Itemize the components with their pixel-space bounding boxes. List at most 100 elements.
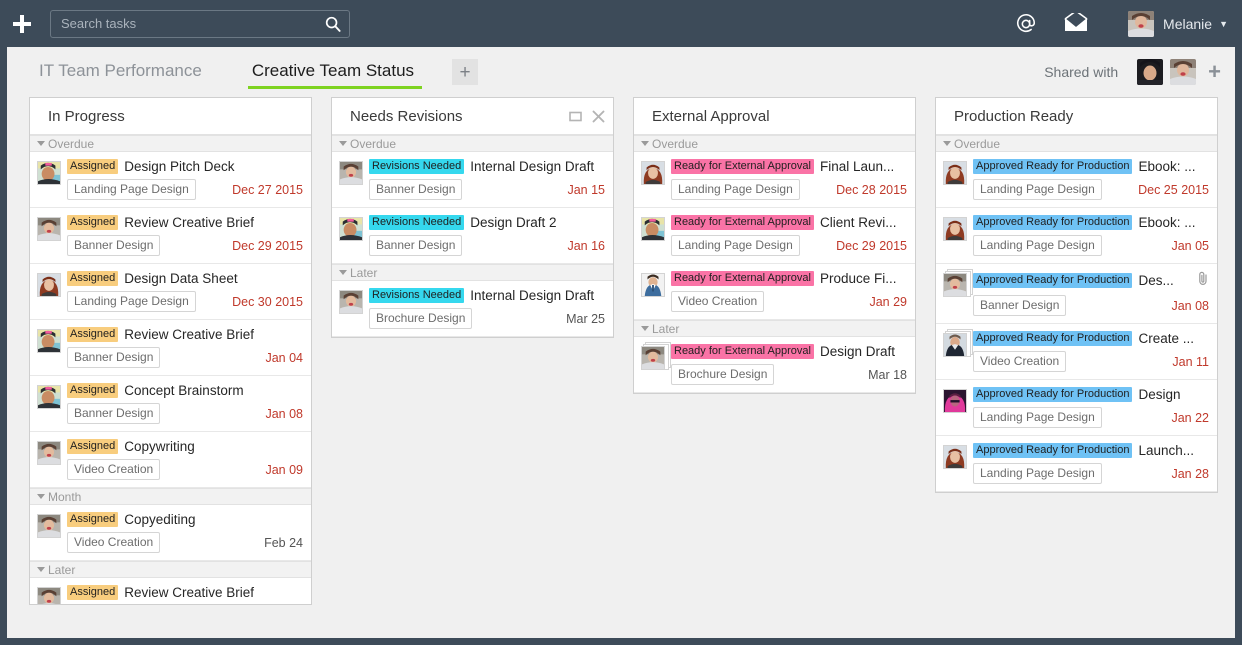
project-tag[interactable]: Brochure Design	[369, 308, 472, 329]
search-icon[interactable]	[325, 16, 341, 32]
shared-avatar-1[interactable]	[1137, 59, 1163, 85]
group-header-later[interactable]: Later	[634, 320, 915, 337]
user-menu[interactable]: Melanie ▼	[1128, 11, 1228, 37]
status-badge[interactable]: Assigned	[67, 271, 118, 286]
avatar[interactable]	[641, 273, 665, 297]
task-card[interactable]: AssignedReview Creative BriefBrochure De…	[30, 578, 311, 604]
status-badge[interactable]: Assigned	[67, 159, 118, 174]
task-card[interactable]: Approved Ready for ProductionDesignLandi…	[936, 380, 1217, 436]
status-badge[interactable]: Approved Ready for Production	[973, 331, 1132, 346]
avatar[interactable]	[943, 445, 967, 469]
avatar[interactable]	[37, 385, 61, 409]
search-box[interactable]	[50, 10, 350, 38]
status-badge[interactable]: Assigned	[67, 215, 118, 230]
status-badge[interactable]: Assigned	[67, 439, 118, 454]
avatar[interactable]	[641, 346, 665, 370]
status-badge[interactable]: Ready for External Approval	[671, 215, 814, 230]
group-header-month[interactable]: Month	[30, 488, 311, 505]
status-badge[interactable]: Assigned	[67, 383, 118, 398]
avatar[interactable]	[37, 587, 61, 604]
status-badge[interactable]: Approved Ready for Production	[973, 159, 1132, 174]
avatar[interactable]	[943, 161, 967, 185]
project-tag[interactable]: Landing Page Design	[973, 463, 1102, 484]
task-card[interactable]: Ready for External ApprovalFinal Laun...…	[634, 152, 915, 208]
status-badge[interactable]: Approved Ready for Production	[973, 443, 1132, 458]
task-card[interactable]: AssignedCopywritingVideo CreationJan 09	[30, 432, 311, 488]
project-tag[interactable]: Banner Design	[67, 403, 160, 424]
avatar[interactable]	[339, 217, 363, 241]
project-tag[interactable]: Banner Design	[67, 235, 160, 256]
status-badge[interactable]: Revisions Needed	[369, 159, 464, 174]
group-header-overdue[interactable]: Overdue	[634, 135, 915, 152]
project-tag[interactable]: Video Creation	[671, 291, 764, 312]
task-card[interactable]: Revisions NeededInternal Design DraftBan…	[332, 152, 613, 208]
status-badge[interactable]: Approved Ready for Production	[973, 215, 1132, 230]
shared-avatar-2[interactable]	[1170, 59, 1196, 85]
project-tag[interactable]: Landing Page Design	[973, 407, 1102, 428]
project-tag[interactable]: Brochure Design	[671, 364, 774, 385]
task-card[interactable]: AssignedCopyeditingVideo CreationFeb 24	[30, 505, 311, 561]
avatar[interactable]	[37, 514, 61, 538]
status-badge[interactable]: Assigned	[67, 512, 118, 527]
avatar[interactable]	[339, 161, 363, 185]
status-badge[interactable]: Ready for External Approval	[671, 159, 814, 174]
project-tag[interactable]: Landing Page Design	[67, 179, 196, 200]
project-tag[interactable]: Landing Page Design	[973, 235, 1102, 256]
status-badge[interactable]: Revisions Needed	[369, 215, 464, 230]
task-card[interactable]: AssignedDesign Pitch DeckLanding Page De…	[30, 152, 311, 208]
inbox-icon[interactable]	[1062, 10, 1090, 38]
task-card[interactable]: Approved Ready for ProductionLaunch...La…	[936, 436, 1217, 492]
search-input[interactable]	[61, 16, 325, 31]
project-tag[interactable]: Banner Design	[369, 235, 462, 256]
status-badge[interactable]: Assigned	[67, 585, 118, 600]
status-badge[interactable]: Ready for External Approval	[671, 344, 814, 359]
task-card[interactable]: Revisions NeededInternal Design DraftBro…	[332, 281, 613, 337]
task-card[interactable]: AssignedConcept BrainstormBanner DesignJ…	[30, 376, 311, 432]
maximize-icon[interactable]	[569, 110, 582, 123]
avatar[interactable]	[37, 217, 61, 241]
avatar[interactable]	[37, 441, 61, 465]
project-tag[interactable]: Video Creation	[67, 532, 160, 553]
chevron-down-icon[interactable]: ▼	[1219, 19, 1228, 29]
add-tab-button[interactable]: +	[452, 59, 478, 85]
status-badge[interactable]: Approved Ready for Production	[973, 273, 1132, 288]
task-card[interactable]: Approved Ready for ProductionDes...Banne…	[936, 264, 1217, 324]
project-tag[interactable]: Banner Design	[973, 295, 1066, 316]
close-icon[interactable]	[592, 110, 605, 123]
task-card[interactable]: Ready for External ApprovalClient Revi..…	[634, 208, 915, 264]
task-card[interactable]: Approved Ready for ProductionEbook: ...L…	[936, 152, 1217, 208]
avatar[interactable]	[37, 329, 61, 353]
avatar[interactable]	[641, 217, 665, 241]
group-header-overdue[interactable]: Overdue	[936, 135, 1217, 152]
project-tag[interactable]: Landing Page Design	[67, 291, 196, 312]
group-header-later[interactable]: Later	[30, 561, 311, 578]
project-tag[interactable]: Banner Design	[67, 347, 160, 368]
status-badge[interactable]: Assigned	[67, 327, 118, 342]
task-card[interactable]: Approved Ready for ProductionCreate ...V…	[936, 324, 1217, 380]
tab-it-team-performance[interactable]: IT Team Performance	[29, 55, 212, 89]
attachment-paperclip-icon[interactable]	[1197, 271, 1209, 290]
status-badge[interactable]: Revisions Needed	[369, 288, 464, 303]
task-card[interactable]: AssignedReview Creative BriefBanner Desi…	[30, 320, 311, 376]
task-card[interactable]: AssignedDesign Data SheetLanding Page De…	[30, 264, 311, 320]
project-tag[interactable]: Video Creation	[973, 351, 1066, 372]
task-card[interactable]: AssignedReview Creative BriefBanner Desi…	[30, 208, 311, 264]
avatar[interactable]	[37, 161, 61, 185]
task-card[interactable]: Ready for External ApprovalDesign DraftB…	[634, 337, 915, 393]
project-tag[interactable]: Landing Page Design	[671, 235, 800, 256]
tab-creative-team-status[interactable]: Creative Team Status	[242, 55, 424, 89]
project-tag[interactable]: Video Creation	[67, 459, 160, 480]
project-tag[interactable]: Banner Design	[369, 179, 462, 200]
project-tag[interactable]: Landing Page Design	[973, 179, 1102, 200]
group-header-overdue[interactable]: Overdue	[332, 135, 613, 152]
task-card[interactable]: Approved Ready for ProductionEbook: ...L…	[936, 208, 1217, 264]
avatar[interactable]	[943, 333, 967, 357]
group-header-overdue[interactable]: Overdue	[30, 135, 311, 152]
group-header-later[interactable]: Later	[332, 264, 613, 281]
task-card[interactable]: Ready for External ApprovalProduce Fi...…	[634, 264, 915, 320]
avatar[interactable]	[339, 290, 363, 314]
status-badge[interactable]: Approved Ready for Production	[973, 387, 1132, 402]
task-card[interactable]: Revisions NeededDesign Draft 2Banner Des…	[332, 208, 613, 264]
avatar[interactable]	[641, 161, 665, 185]
avatar[interactable]	[943, 273, 967, 297]
